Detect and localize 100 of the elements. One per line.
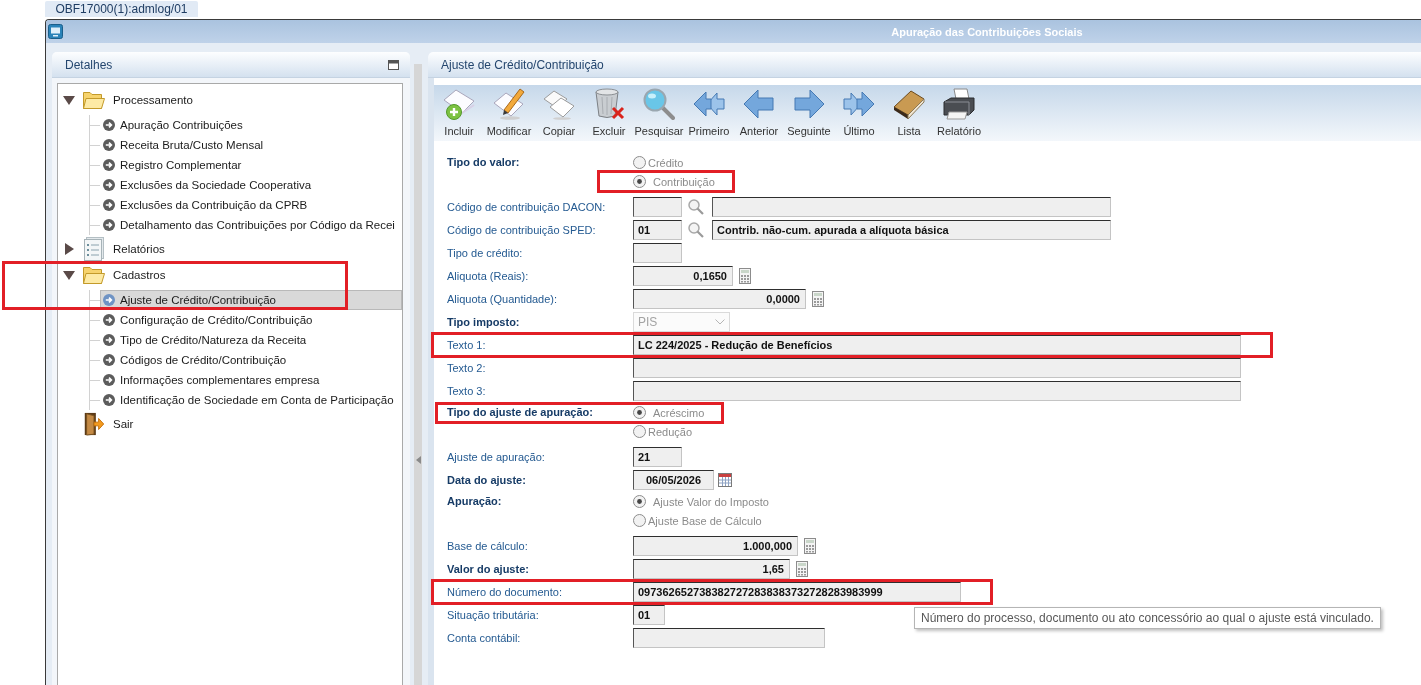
arrow-circle-icon [103, 199, 115, 211]
toolbar-button[interactable]: Anterior [734, 85, 784, 141]
calculator-icon[interactable] [812, 291, 824, 307]
toolbar-button[interactable]: Lista [884, 85, 934, 141]
field-label: Situação tributária: [447, 607, 540, 623]
field-label: Texto 1: [447, 337, 487, 353]
toolbar-button[interactable]: Primeiro [684, 85, 734, 141]
tree-item[interactable]: Registro Complementar [100, 155, 402, 175]
arrow-circle-icon [103, 179, 115, 191]
tooltip: Número do processo, documento ou ato concessório ao qual o ajuste está vinculado. [914, 607, 1381, 629]
field-label: Valor do ajuste: [447, 561, 530, 577]
field-label: Código de contribuição SPED: [447, 222, 597, 238]
field-label: Texto 3: [447, 383, 487, 399]
arrow-circle-icon [103, 139, 115, 151]
toolbar-button[interactable]: Copiar [534, 85, 584, 141]
field-label: Conta contábil: [447, 630, 522, 646]
panel-title: Detalhes [65, 57, 113, 72]
tree-item[interactable]: Processamento [58, 88, 402, 112]
minimize-icon[interactable] [388, 59, 399, 70]
folder-icon [83, 266, 105, 284]
input-field[interactable] [633, 358, 1241, 378]
input-field[interactable]: 1.000,000 [633, 536, 798, 556]
tree-item[interactable]: Tipo de Crédito/Natureza da Receita [100, 330, 402, 350]
arrow-circle-icon [103, 219, 115, 231]
search-icon[interactable] [688, 199, 704, 215]
arrow-circle-icon [103, 354, 115, 366]
input-field[interactable]: 01 [633, 605, 665, 625]
field-label: Tipo de crédito: [447, 245, 524, 261]
date-field[interactable]: 06/05/2026 [633, 470, 714, 490]
input-field[interactable]: 01 [633, 220, 682, 240]
arrow-circle-icon [103, 159, 115, 171]
toolbar-button[interactable]: Pesquisar [634, 85, 684, 141]
tree-item[interactable]: Cadastros [58, 263, 402, 287]
list-document-icon [84, 237, 104, 261]
tree-item[interactable]: Sair [58, 412, 402, 436]
field-label: Código de contribuição DACON: [447, 199, 607, 215]
search-icon[interactable] [688, 222, 704, 238]
tree-item[interactable]: Configuração de Crédito/Contribuição [100, 310, 402, 330]
field-label: Apuração: [447, 494, 503, 509]
trash-can-icon [593, 88, 625, 120]
toolbar-button[interactable]: Relatório [934, 85, 984, 141]
documents-icon [543, 88, 575, 120]
input-field[interactable] [633, 197, 682, 217]
calculator-icon[interactable] [804, 538, 816, 554]
arrow-circle-icon [103, 294, 115, 306]
arrow-circle-icon [103, 314, 115, 326]
tree-item[interactable]: Apuração Contribuições [100, 115, 402, 135]
input-field[interactable] [633, 628, 825, 648]
tree-item[interactable]: Exclusões da Contribuição da CPRB [100, 195, 402, 215]
field-label: Tipo do valor: [447, 155, 521, 170]
tree-item[interactable]: Ajuste de Crédito/Contribuição [100, 290, 402, 310]
document-tab[interactable]: OBF17000(1):admlog/01 [45, 1, 198, 17]
arrow-circle-icon [103, 119, 115, 131]
tree-item[interactable]: Relatórios [58, 237, 402, 261]
toolbar-button[interactable]: Modificar [484, 85, 534, 141]
field-label: Tipo imposto: [447, 314, 521, 330]
right-arrow-icon [793, 88, 825, 120]
arrow-circle-icon [103, 374, 115, 386]
input-field[interactable] [633, 243, 682, 263]
calculator-icon[interactable] [739, 268, 751, 284]
tree-item[interactable]: Códigos de Crédito/Contribuição [100, 350, 402, 370]
input-field[interactable]: 0,1650 [633, 266, 733, 286]
left-arrow-icon [743, 88, 775, 120]
field-label: Aliquota (Quantidade): [447, 291, 559, 307]
field-label: Tipo do ajuste de apuração: [447, 405, 594, 420]
calculator-icon[interactable] [796, 561, 808, 577]
tree-item[interactable]: Informações complementares empresa [100, 370, 402, 390]
input-field[interactable]: 0,0000 [633, 289, 806, 309]
triangle-down-icon[interactable] [63, 95, 75, 105]
tree-item[interactable]: Identificação de Sociedade em Conta de Participação [100, 390, 402, 410]
input-field[interactable]: 0973626527383827272838383732728283983999 [633, 582, 961, 602]
toolbar-button[interactable]: Incluir [434, 85, 484, 141]
arrow-circle-icon [103, 394, 115, 406]
door-arrow-icon [83, 412, 105, 436]
input-field[interactable]: LC 224/2025 - Redução de Benefícios [633, 335, 1241, 355]
input-field[interactable]: 1,65 [633, 559, 790, 579]
arrow-circle-icon [103, 334, 115, 346]
window-title: Apuração das Contribuições Sociais [891, 25, 1083, 38]
field-label: Ajuste de apuração: [447, 449, 546, 465]
toolbar-button[interactable]: Último [834, 85, 884, 141]
description-field[interactable]: Contrib. não-cum. apurada a alíquota básica [712, 220, 1111, 240]
chevron-down-icon [715, 319, 725, 325]
triangle-down-icon[interactable] [63, 270, 75, 280]
folder-icon [83, 91, 105, 109]
tree-item[interactable]: Exclusões da Sociedade Cooperativa [100, 175, 402, 195]
toolbar-button[interactable]: Excluir [584, 85, 634, 141]
field-label: Base de cálculo: [447, 538, 529, 554]
printer-icon [943, 88, 975, 120]
document-pencil-icon [493, 88, 525, 120]
panel-title: Ajuste de Crédito/Contribuição [441, 57, 604, 72]
field-label: Aliquota (Reais): [447, 268, 530, 284]
triangle-right-icon[interactable] [64, 243, 74, 255]
tree-item[interactable]: Receita Bruta/Custo Mensal [100, 135, 402, 155]
tree-item[interactable]: Detalhamento das Contribuições por Código da Recei [100, 215, 402, 235]
description-field[interactable] [712, 197, 1111, 217]
input-field[interactable]: 21 [633, 447, 682, 467]
input-field[interactable] [633, 381, 1241, 401]
toolbar-button[interactable]: Seguinte [784, 85, 834, 141]
field-label: Número do documento: [447, 584, 563, 600]
calendar-icon[interactable] [718, 473, 732, 487]
